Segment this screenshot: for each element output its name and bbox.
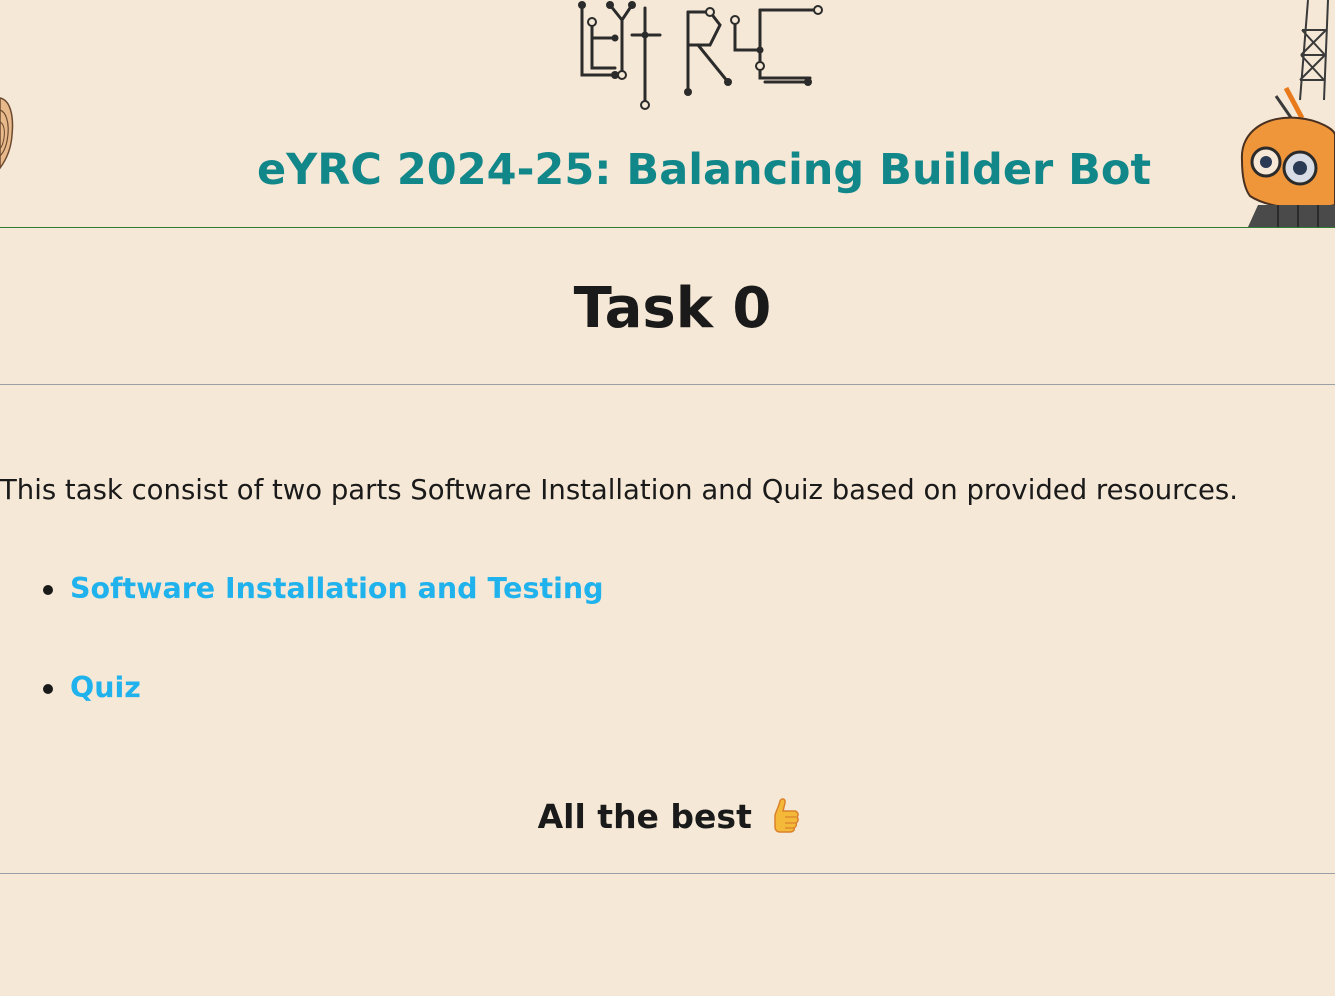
list-item: Software Installation and Testing: [0, 565, 604, 664]
site-header: eYRC 2024-25: Balancing Builder Bot: [0, 0, 1335, 228]
quiz-link[interactable]: Quiz: [70, 671, 141, 704]
list-item: Quiz: [0, 664, 604, 763]
divider-bottom: [0, 873, 1335, 874]
software-installation-link[interactable]: Software Installation and Testing: [70, 572, 604, 605]
task-title: Task 0: [573, 276, 772, 341]
divider-top: [0, 384, 1335, 385]
robot-art-right: [1240, 0, 1335, 227]
task-links-list: Software Installation and Testing Quiz: [0, 565, 604, 763]
eyrc-logo: [578, 1, 823, 110]
thumbs-up-icon: [774, 798, 800, 833]
site-title: eYRC 2024-25: Balancing Builder Bot: [256, 145, 1152, 195]
closing-message: All the best: [0, 793, 1335, 841]
closing-text: All the best: [537, 797, 752, 836]
task-description: This task consist of two parts Software …: [0, 474, 1238, 506]
